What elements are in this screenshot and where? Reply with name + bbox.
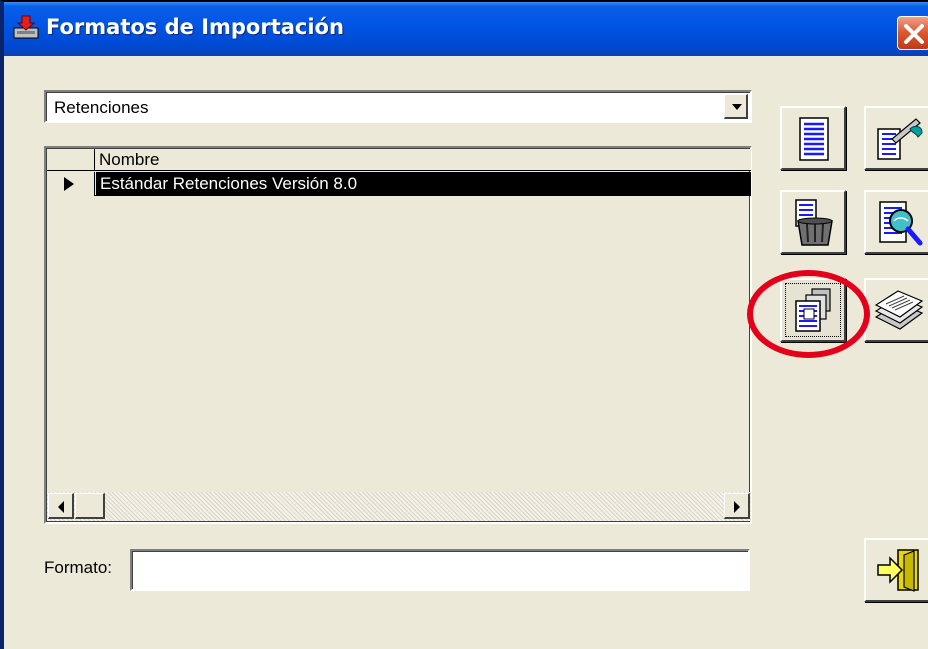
arrow-left-icon [58, 501, 64, 513]
window-title: Formatos de Importación [46, 15, 344, 39]
dropdown-button[interactable] [724, 94, 748, 119]
table-row[interactable]: Estándar Retenciones Versión 8.0 [47, 172, 751, 196]
horizontal-scrollbar[interactable] [47, 492, 751, 521]
close-button[interactable] [897, 16, 928, 50]
magnify-document-icon [879, 201, 923, 246]
document-stack-icon [874, 290, 924, 330]
grid-frame: Nombre Estándar Retenciones Versión 8.0 [46, 148, 751, 522]
highlight-annotation-circle [747, 270, 870, 358]
view-format-button[interactable] [864, 190, 928, 254]
exit-door-icon [877, 549, 919, 592]
new-format-button[interactable] [780, 106, 846, 170]
import-icon [13, 15, 39, 39]
close-icon [904, 24, 924, 44]
table-cell-nombre[interactable]: Estándar Retenciones Versión 8.0 [96, 172, 751, 196]
arrow-right-icon [734, 501, 740, 513]
scroll-left-button[interactable] [48, 493, 74, 519]
grid-header: Nombre [47, 149, 751, 171]
edit-document-icon [877, 118, 923, 160]
format-label: Formato: [44, 558, 113, 577]
chevron-down-icon [732, 104, 742, 110]
format-input[interactable] [130, 549, 750, 591]
row-pointer-icon [64, 177, 74, 191]
edit-format-button[interactable] [864, 106, 928, 170]
row-name-text: Estándar Retenciones Versión 8.0 [100, 174, 358, 193]
delete-format-button[interactable] [780, 190, 846, 254]
category-dropdown[interactable]: Retenciones [44, 90, 752, 123]
import-formats-window: Formatos de Importación Retenciones Nomb… [0, 0, 928, 649]
header-indicator-cell [47, 149, 95, 171]
new-document-icon [799, 117, 829, 161]
category-dropdown-value: Retenciones [54, 98, 149, 117]
trash-document-icon [795, 199, 833, 246]
title-bar[interactable]: Formatos de Importación [4, 2, 928, 56]
row-indicator[interactable] [47, 172, 95, 196]
document-stack-button[interactable] [864, 278, 928, 342]
scroll-thumb[interactable] [75, 493, 105, 519]
column-header-nombre[interactable]: Nombre [99, 150, 159, 170]
exit-button[interactable] [864, 538, 928, 602]
formats-grid: Nombre Estándar Retenciones Versión 8.0 [44, 146, 752, 524]
scroll-right-button[interactable] [724, 493, 750, 519]
